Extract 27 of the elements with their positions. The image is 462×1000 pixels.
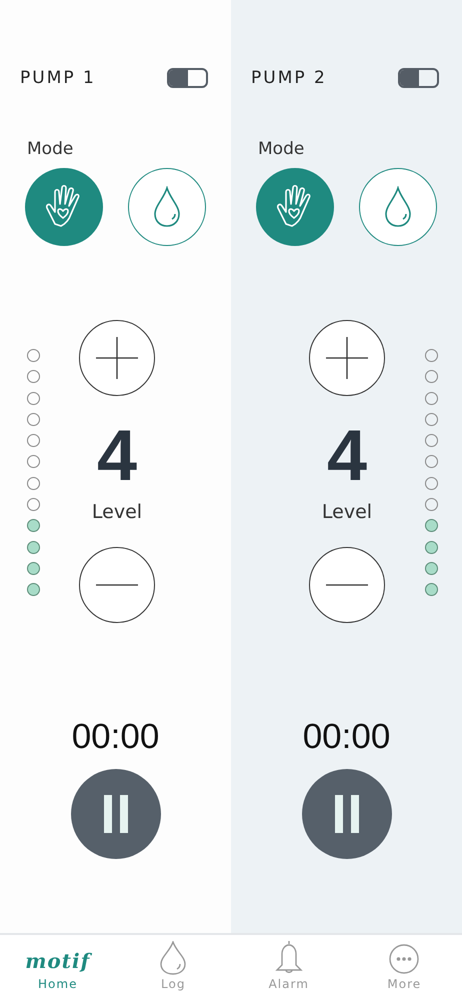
nav-tab[interactable]: Alarm: [231, 935, 346, 1000]
minus-icon: [96, 584, 138, 586]
pause-icon: [332, 795, 360, 833]
logo: motif: [25, 951, 90, 971]
pause-icon: [102, 795, 130, 833]
level-label: Level: [322, 501, 372, 523]
power-toggle[interactable]: [398, 68, 439, 88]
power-toggle[interactable]: [167, 68, 208, 88]
level-value: 4: [326, 420, 368, 492]
level-label: Level: [92, 501, 142, 523]
timer: 00:00: [70, 717, 160, 757]
minus-icon: [326, 584, 368, 586]
plus-icon: [96, 337, 138, 379]
nav-tab[interactable]: Log: [116, 935, 231, 1000]
mode-label: Mode: [27, 139, 74, 159]
more-icon: [388, 943, 420, 975]
timer: 00:00: [302, 717, 392, 757]
plus-icon: [326, 337, 368, 379]
drop-icon: [152, 186, 182, 228]
level-value: 4: [96, 420, 138, 492]
nav-tab[interactable]: More: [346, 935, 462, 1000]
mode-label: Mode: [258, 139, 304, 159]
nav-tab[interactable]: motif Home: [0, 935, 116, 1000]
pump-title: PUMP 1: [20, 68, 96, 88]
pump-title: PUMP 2: [251, 68, 327, 88]
drop-icon: [383, 186, 413, 228]
drop-icon: [159, 941, 188, 975]
